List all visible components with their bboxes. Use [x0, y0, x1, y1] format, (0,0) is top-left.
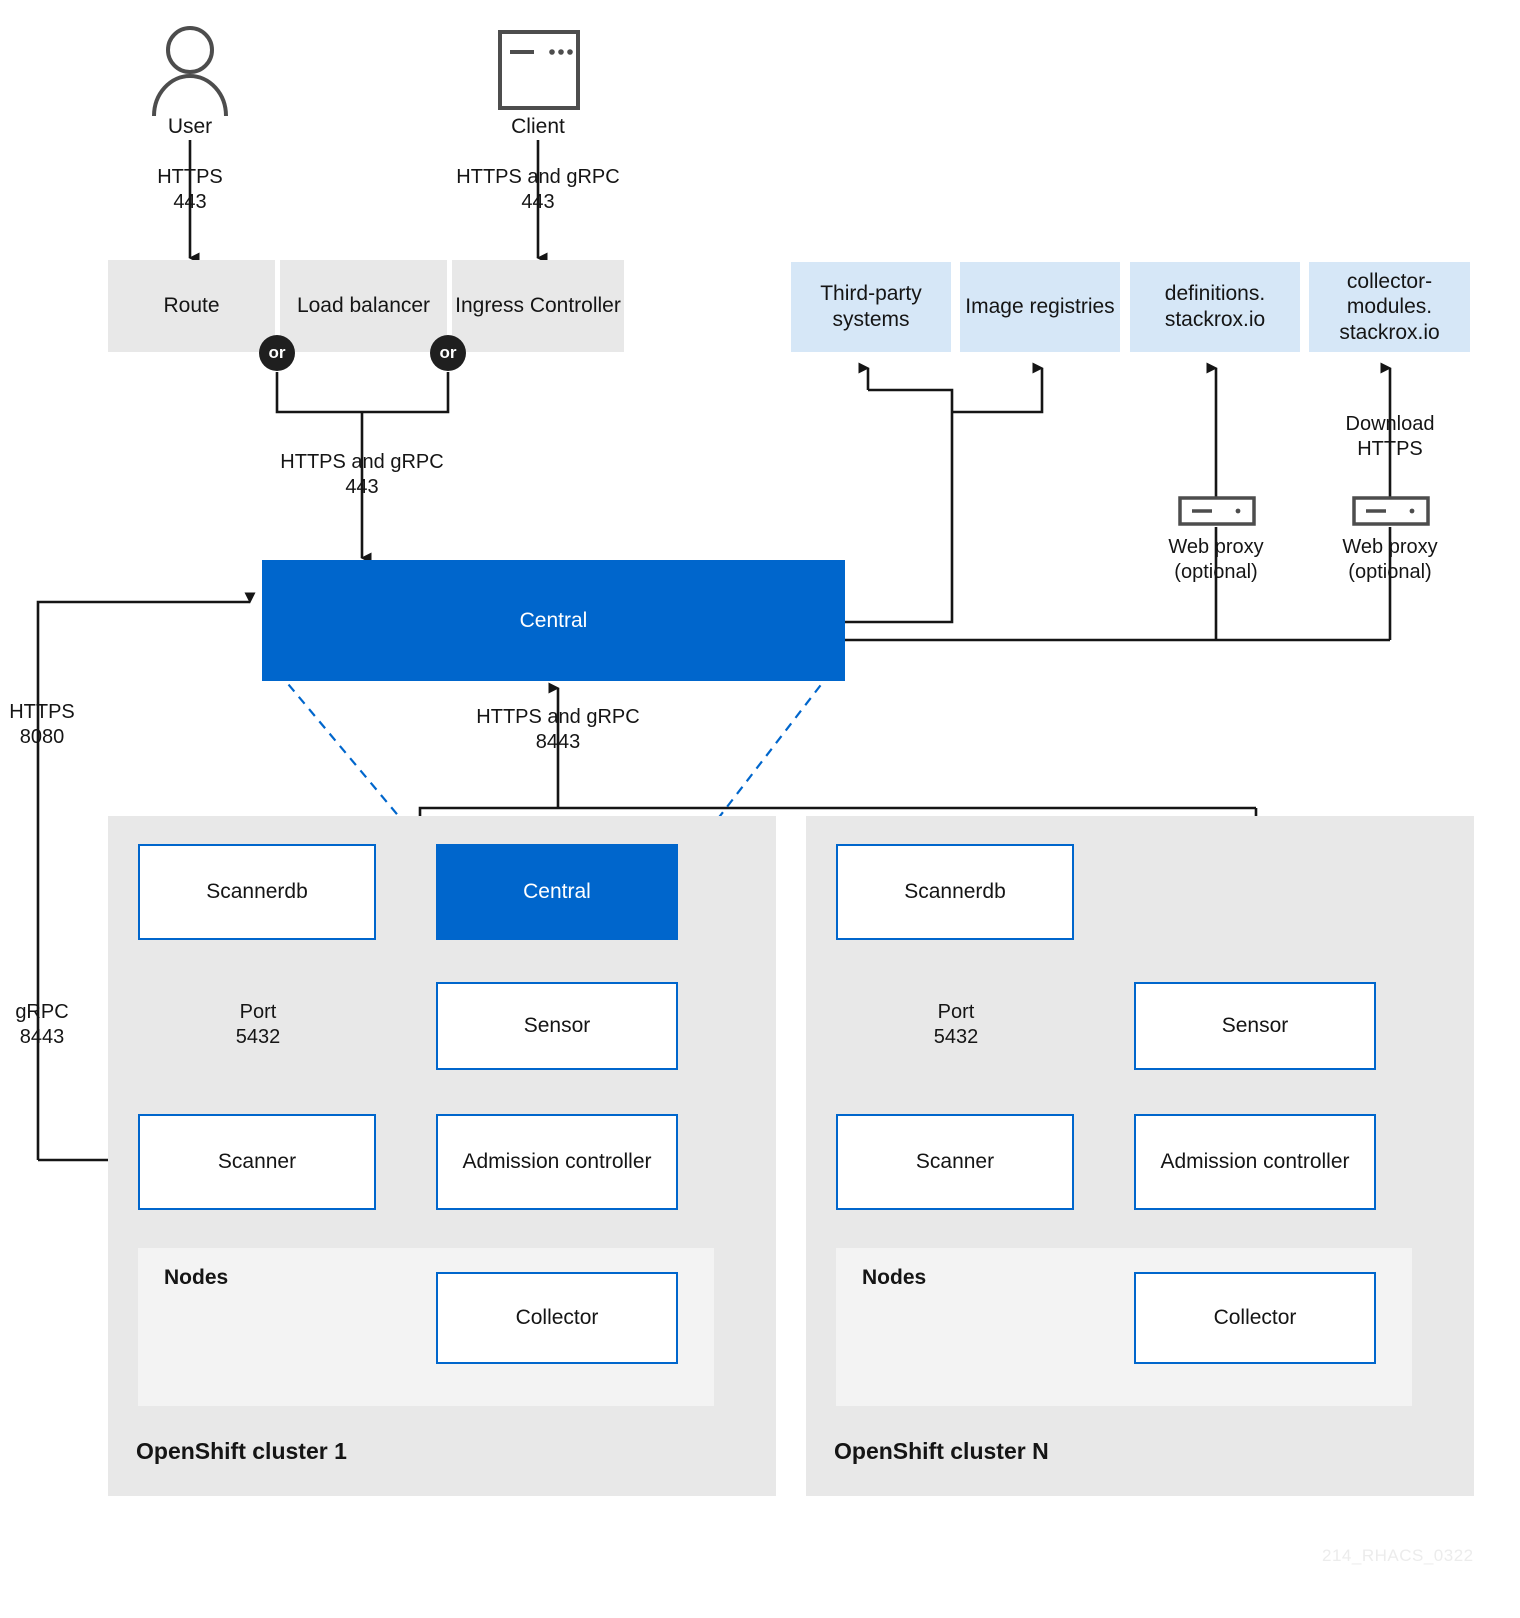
browser-window-icon — [498, 30, 580, 115]
external-definitions-stackrox-io[interactable]: definitions. stackrox.io — [1130, 262, 1300, 352]
ingress-controller-box[interactable]: Ingress Controller — [452, 260, 624, 352]
cluster1-label: OpenShift cluster 1 — [136, 1438, 347, 1464]
edge-label-https-8080: HTTPS 8080 — [9, 701, 75, 748]
web-proxy-label-definitions: Web proxy (optional) — [1168, 536, 1264, 583]
or-badge-lb-ingress: or — [430, 335, 466, 371]
clusterN-admission-controller-box[interactable]: Admission controller — [1134, 1114, 1376, 1210]
cluster1-admission-controller-box[interactable]: Admission controller — [436, 1114, 678, 1210]
web-proxy-label-collector-modules: Web proxy (optional) — [1342, 536, 1438, 583]
cluster1-scannerdb-box[interactable]: Scannerdb — [138, 844, 376, 940]
external-third-party-systems[interactable]: Third-party systems — [791, 262, 951, 352]
edge-label-download-https: Download HTTPS — [1345, 413, 1435, 460]
cluster1-nodes-label: Nodes — [164, 1266, 229, 1289]
or-badge-route-lb: or — [259, 335, 295, 371]
clusterN-sensor-box[interactable]: Sensor — [1134, 982, 1376, 1070]
edge-label-sensor-to-central: HTTPS and gRPC 8443 — [476, 706, 640, 753]
clusterN-scanner-box[interactable]: Scanner — [836, 1114, 1074, 1210]
load-balancer-box[interactable]: Load balancer — [280, 260, 447, 352]
clusterN-nodes-label: Nodes — [862, 1266, 927, 1289]
cluster1-central-box[interactable]: Central — [436, 844, 678, 940]
edge-label-grpc-8443: gRPC 8443 — [15, 1001, 69, 1048]
cluster1-sensor-box[interactable]: Sensor — [436, 982, 678, 1070]
web-proxy-icon — [1178, 496, 1256, 531]
cluster1-collector-box[interactable]: Collector — [436, 1272, 678, 1364]
clusterN-scannerdb-box[interactable]: Scannerdb — [836, 844, 1074, 940]
clusterN-label: OpenShift cluster N — [834, 1438, 1049, 1464]
cluster1-scanner-box[interactable]: Scanner — [138, 1114, 376, 1210]
edge-label-clusterN-port-5432: Port 5432 — [933, 1001, 979, 1048]
clusterN-collector-box[interactable]: Collector — [1134, 1272, 1376, 1364]
edge-label-ingress-to-central: HTTPS and gRPC 443 — [280, 451, 444, 498]
route-box[interactable]: Route — [108, 260, 275, 352]
user-icon — [148, 24, 232, 121]
architecture-diagram: User Client HTTPS 443 HTTPS and gRPC 443… — [0, 0, 1520, 1618]
edge-label-client-https-grpc: HTTPS and gRPC 443 — [456, 166, 620, 213]
edge-label-user-https: HTTPS 443 — [157, 166, 223, 213]
user-label: User — [167, 115, 213, 138]
central-box[interactable]: Central — [262, 560, 845, 681]
external-collector-modules-stackrox-io[interactable]: collector- modules. stackrox.io — [1309, 262, 1470, 352]
edge-label-cluster1-port-5432: Port 5432 — [235, 1001, 281, 1048]
watermark: 214_RHACS_0322 — [1322, 1546, 1474, 1565]
external-image-registries[interactable]: Image registries — [960, 262, 1120, 352]
web-proxy-icon — [1352, 496, 1430, 531]
client-label: Client — [511, 115, 565, 138]
